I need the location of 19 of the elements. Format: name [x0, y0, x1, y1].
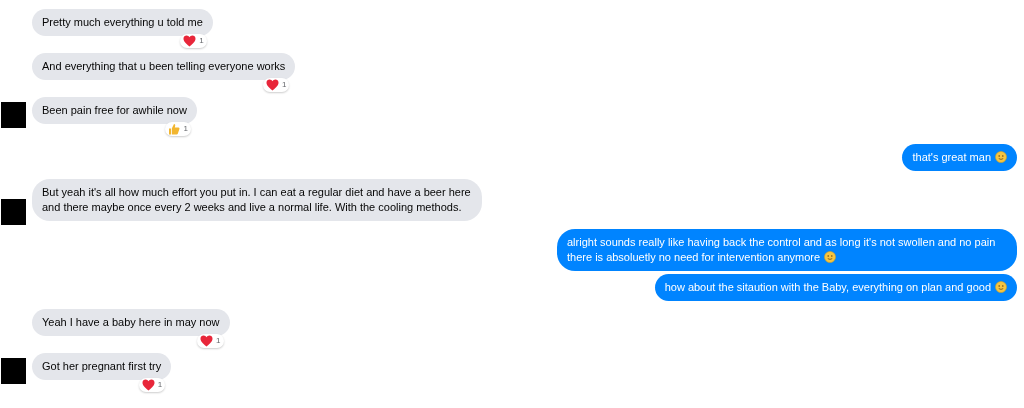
- heart-icon: [265, 79, 279, 91]
- reaction-count: 1: [281, 80, 287, 90]
- thumbs-up-icon: [168, 123, 181, 135]
- reaction-count: 1: [183, 124, 188, 134]
- message-bubble: how about the sitaution with the Baby, everything on plan and good: [654, 274, 1017, 301]
- heart-icon: [183, 35, 197, 47]
- reaction-badge[interactable]: 1: [197, 334, 224, 348]
- reaction-badge[interactable]: 1: [262, 78, 290, 92]
- heart-icon: [141, 379, 155, 391]
- reaction-count: 1: [216, 336, 221, 346]
- reaction-badge[interactable]: 1: [138, 378, 166, 392]
- reaction-badge[interactable]: 1: [165, 122, 191, 136]
- reaction-count: 1: [157, 380, 163, 390]
- message-bubble: that's great man: [902, 144, 1017, 171]
- reaction-badge[interactable]: 1: [180, 34, 207, 48]
- message-bubble: alright sounds really like having back the control and as long it's not swollen and no pain there is absoluetly no need for intervention anymore: [557, 229, 1017, 271]
- message-bubble: But yeah it's all how much effort you put in. I can eat a regular diet and have a beer here and there maybe once every 2 weeks and live a normal life. With the cooling methods.: [32, 179, 482, 221]
- reaction-count: 1: [199, 36, 204, 46]
- heart-icon: [200, 335, 214, 347]
